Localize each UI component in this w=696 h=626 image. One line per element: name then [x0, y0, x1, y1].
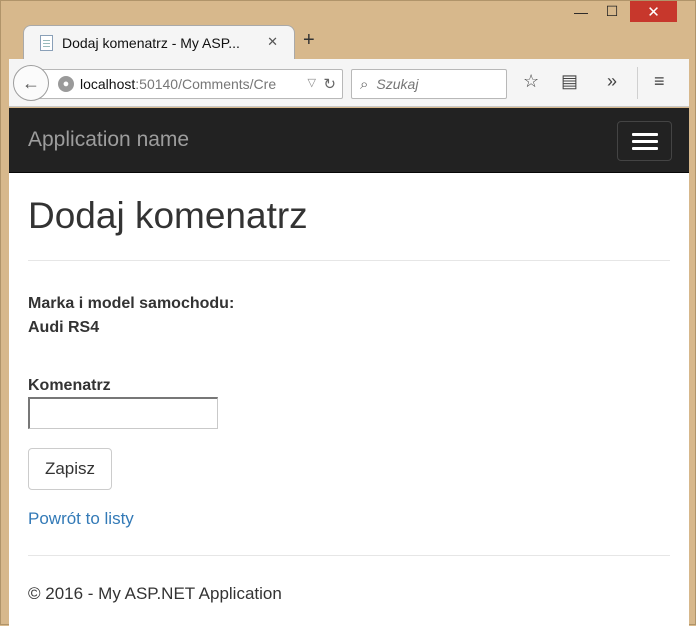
back-button[interactable]: ←: [13, 65, 49, 101]
reload-icon[interactable]: ↻: [323, 75, 336, 93]
save-button[interactable]: Zapisz: [28, 448, 112, 490]
page-viewport: Application name Dodaj komenatrz Marka i…: [9, 108, 689, 626]
globe-icon: ●: [58, 76, 74, 92]
url-host: localhost: [80, 76, 136, 92]
site-navbar: Application name: [9, 108, 689, 173]
page-title: Dodaj komenatrz: [28, 195, 308, 236]
close-tab-icon[interactable]: ✕: [267, 34, 278, 50]
dropdown-icon[interactable]: ▽: [308, 76, 316, 89]
divider: [28, 260, 670, 261]
page-icon: [40, 34, 53, 51]
navbar-toggle-button[interactable]: [617, 121, 672, 161]
hamburger-bar: [631, 139, 658, 143]
menu-icon[interactable]: ≡: [654, 71, 665, 92]
comment-label: Komenatrz: [28, 377, 111, 394]
search-input[interactable]: [374, 75, 485, 93]
browser-tab[interactable]: Dodaj komenatrz - My ASP... ✕: [23, 25, 295, 59]
toolbar-divider: [637, 67, 638, 99]
back-arrow-icon: ←: [22, 72, 40, 93]
search-bar[interactable]: ⌕: [351, 69, 507, 99]
footer-divider: [28, 555, 670, 556]
tab-title: Dodaj komenatrz - My ASP...: [62, 34, 240, 51]
search-icon: ⌕: [360, 75, 369, 93]
car-value: Audi RS4: [28, 319, 100, 336]
minimize-button[interactable]: —: [566, 1, 596, 22]
car-label: Marka i model samochodu:: [28, 295, 235, 312]
page-content: Dodaj komenatrz Marka i model samochodu:…: [9, 173, 689, 604]
back-to-list-link[interactable]: Powrót to listy: [28, 509, 670, 529]
maximize-button[interactable]: ☐: [597, 1, 627, 22]
hamburger-bar: [631, 132, 658, 136]
close-window-button[interactable]: ✕: [630, 1, 677, 22]
overflow-chevron-icon[interactable]: »: [607, 71, 617, 92]
navigation-toolbar: ← ● localhost:50140/Comments/Cre ▽ ↻ ⌕ ☆…: [9, 59, 689, 107]
bookmark-star-icon[interactable]: ☆: [523, 71, 539, 92]
brand-link[interactable]: Application name: [28, 128, 189, 152]
hamburger-bar: [631, 146, 658, 150]
reading-list-icon[interactable]: ▤: [561, 71, 578, 92]
url-path: :50140/Comments/Cre: [135, 76, 277, 92]
browser-window: — ☐ ✕ Dodaj komenatrz - My ASP... ✕ + ← …: [0, 0, 696, 626]
address-bar[interactable]: ● localhost:50140/Comments/Cre ▽ ↻: [35, 69, 343, 99]
footer-text: © 2016 - My ASP.NET Application: [28, 584, 282, 603]
comment-input[interactable]: [28, 397, 218, 429]
new-tab-button[interactable]: +: [303, 29, 315, 52]
